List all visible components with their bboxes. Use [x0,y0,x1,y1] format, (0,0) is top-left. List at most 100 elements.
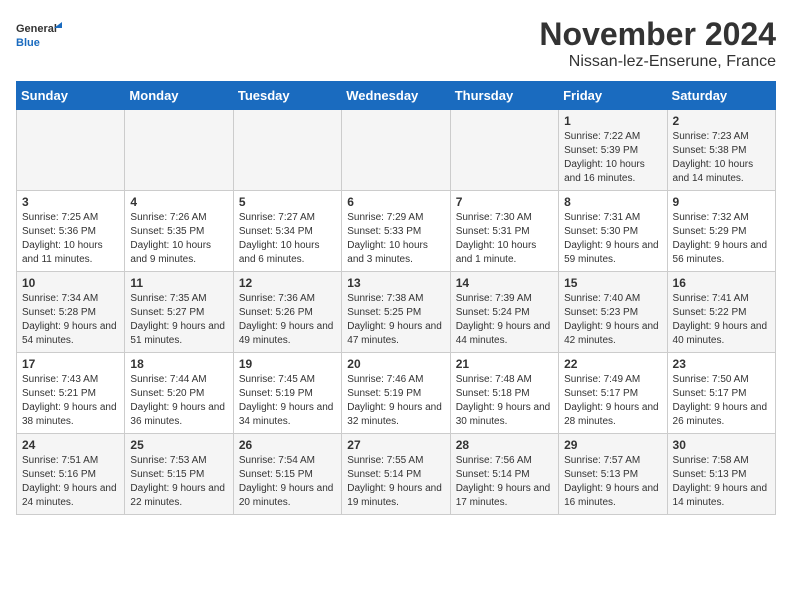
day-info: Sunrise: 7:26 AM Sunset: 5:35 PM Dayligh… [130,211,227,267]
day-number: 18 [130,357,227,371]
calendar-cell: 24Sunrise: 7:51 AM Sunset: 5:16 PM Dayli… [17,434,125,515]
calendar-cell: 6 Sunrise: 7:29 AM Sunset: 5:33 PM Daylig… [342,191,450,272]
day-number: 20 [347,357,444,371]
calendar-cell [17,110,125,191]
weekday-header: Sunday [17,82,125,110]
calendar-cell: 28Sunrise: 7:56 AM Sunset: 5:14 PM Dayli… [450,434,558,515]
day-info: Sunrise: 7:56 AM Sunset: 5:14 PM Dayligh… [456,454,553,510]
day-info: Sunrise: 7:31 AM Sunset: 5:30 PM Dayligh… [564,211,661,267]
calendar-cell: 22Sunrise: 7:49 AM Sunset: 5:17 PM Dayli… [559,353,667,434]
day-info: Sunrise: 7:32 AM Sunset: 5:29 PM Dayligh… [673,211,770,267]
day-info: Sunrise: 7:46 AM Sunset: 5:19 PM Dayligh… [347,373,444,429]
calendar-cell: 9 Sunrise: 7:32 AM Sunset: 5:29 PM Daylig… [667,191,775,272]
calendar-cell: 29Sunrise: 7:57 AM Sunset: 5:13 PM Dayli… [559,434,667,515]
day-number: 1 [564,114,661,128]
day-info: Sunrise: 7:41 AM Sunset: 5:22 PM Dayligh… [673,292,770,348]
calendar-cell: 17Sunrise: 7:43 AM Sunset: 5:21 PM Dayli… [17,353,125,434]
calendar-cell: 7 Sunrise: 7:30 AM Sunset: 5:31 PM Daylig… [450,191,558,272]
calendar-cell: 3 Sunrise: 7:25 AM Sunset: 5:36 PM Daylig… [17,191,125,272]
calendar-cell: 13 Sunrise: 7:38 AM Sunset: 5:25 PM Dayli… [342,272,450,353]
day-number: 14 [456,276,553,290]
day-number: 25 [130,438,227,452]
day-info: Sunrise: 7:29 AM Sunset: 5:33 PM Dayligh… [347,211,444,267]
day-info: Sunrise: 7:27 AM Sunset: 5:34 PM Dayligh… [239,211,336,267]
calendar-cell [342,110,450,191]
calendar-cell: 18Sunrise: 7:44 AM Sunset: 5:20 PM Dayli… [125,353,233,434]
day-info: Sunrise: 7:34 AM Sunset: 5:28 PM Dayligh… [22,292,119,348]
day-number: 26 [239,438,336,452]
calendar-cell: 15Sunrise: 7:40 AM Sunset: 5:23 PM Dayli… [559,272,667,353]
calendar-cell [450,110,558,191]
calendar-cell: 30 Sunrise: 7:58 AM Sunset: 5:13 PM Dayli… [667,434,775,515]
day-info: Sunrise: 7:54 AM Sunset: 5:15 PM Dayligh… [239,454,336,510]
calendar-cell: 19Sunrise: 7:45 AM Sunset: 5:19 PM Dayli… [233,353,341,434]
day-number: 21 [456,357,553,371]
calendar-cell: 14 Sunrise: 7:39 AM Sunset: 5:24 PM Dayli… [450,272,558,353]
day-number: 3 [22,195,119,209]
calendar-cell: 12 Sunrise: 7:36 AM Sunset: 5:26 PM Dayli… [233,272,341,353]
title-area: November 2024 Nissan-lez-Enserune, Franc… [539,16,776,71]
day-number: 24 [22,438,119,452]
calendar-cell: 25Sunrise: 7:53 AM Sunset: 5:15 PM Dayli… [125,434,233,515]
day-number: 7 [456,195,553,209]
day-number: 30 [673,438,770,452]
calendar-week-row: 10 Sunrise: 7:34 AM Sunset: 5:28 PM Dayli… [17,272,776,353]
calendar-cell: 10 Sunrise: 7:34 AM Sunset: 5:28 PM Dayli… [17,272,125,353]
day-info: Sunrise: 7:50 AM Sunset: 5:17 PM Dayligh… [673,373,770,429]
day-number: 22 [564,357,661,371]
calendar-cell: 4Sunrise: 7:26 AM Sunset: 5:35 PM Daylig… [125,191,233,272]
calendar-week-row: 1 Sunrise: 7:22 AM Sunset: 5:39 PM Daylig… [17,110,776,191]
day-number: 27 [347,438,444,452]
month-title: November 2024 [539,16,776,53]
calendar-cell: 21 Sunrise: 7:48 AM Sunset: 5:18 PM Dayli… [450,353,558,434]
weekday-header: Thursday [450,82,558,110]
day-number: 12 [239,276,336,290]
calendar-cell: 5 Sunrise: 7:27 AM Sunset: 5:34 PM Daylig… [233,191,341,272]
weekday-header: Wednesday [342,82,450,110]
day-info: Sunrise: 7:30 AM Sunset: 5:31 PM Dayligh… [456,211,553,267]
day-info: Sunrise: 7:39 AM Sunset: 5:24 PM Dayligh… [456,292,553,348]
day-number: 5 [239,195,336,209]
weekday-header: Tuesday [233,82,341,110]
day-number: 9 [673,195,770,209]
day-number: 16 [673,276,770,290]
day-info: Sunrise: 7:55 AM Sunset: 5:14 PM Dayligh… [347,454,444,510]
day-info: Sunrise: 7:22 AM Sunset: 5:39 PM Dayligh… [564,130,661,186]
day-info: Sunrise: 7:45 AM Sunset: 5:19 PM Dayligh… [239,373,336,429]
calendar-cell: 23 Sunrise: 7:50 AM Sunset: 5:17 PM Dayli… [667,353,775,434]
calendar-cell: 20 Sunrise: 7:46 AM Sunset: 5:19 PM Dayli… [342,353,450,434]
weekday-header-row: SundayMondayTuesdayWednesdayThursdayFrid… [17,82,776,110]
calendar-cell: 27 Sunrise: 7:55 AM Sunset: 5:14 PM Dayli… [342,434,450,515]
logo: General Blue [16,16,66,56]
calendar-cell: 2Sunrise: 7:23 AM Sunset: 5:38 PM Daylig… [667,110,775,191]
calendar-cell: 16 Sunrise: 7:41 AM Sunset: 5:22 PM Dayli… [667,272,775,353]
day-info: Sunrise: 7:48 AM Sunset: 5:18 PM Dayligh… [456,373,553,429]
calendar-cell [125,110,233,191]
day-number: 8 [564,195,661,209]
day-number: 17 [22,357,119,371]
day-number: 13 [347,276,444,290]
day-info: Sunrise: 7:58 AM Sunset: 5:13 PM Dayligh… [673,454,770,510]
svg-text:General: General [16,23,57,35]
calendar-cell: 1 Sunrise: 7:22 AM Sunset: 5:39 PM Daylig… [559,110,667,191]
svg-text:Blue: Blue [16,37,40,49]
day-number: 11 [130,276,227,290]
day-info: Sunrise: 7:36 AM Sunset: 5:26 PM Dayligh… [239,292,336,348]
day-number: 6 [347,195,444,209]
day-info: Sunrise: 7:23 AM Sunset: 5:38 PM Dayligh… [673,130,770,186]
day-info: Sunrise: 7:25 AM Sunset: 5:36 PM Dayligh… [22,211,119,267]
day-info: Sunrise: 7:35 AM Sunset: 5:27 PM Dayligh… [130,292,227,348]
calendar-cell: 11 Sunrise: 7:35 AM Sunset: 5:27 PM Dayli… [125,272,233,353]
day-info: Sunrise: 7:38 AM Sunset: 5:25 PM Dayligh… [347,292,444,348]
day-number: 10 [22,276,119,290]
calendar-week-row: 24Sunrise: 7:51 AM Sunset: 5:16 PM Dayli… [17,434,776,515]
calendar-week-row: 17Sunrise: 7:43 AM Sunset: 5:21 PM Dayli… [17,353,776,434]
day-info: Sunrise: 7:40 AM Sunset: 5:23 PM Dayligh… [564,292,661,348]
location-title: Nissan-lez-Enserune, France [539,53,776,71]
weekday-header: Saturday [667,82,775,110]
calendar-week-row: 3 Sunrise: 7:25 AM Sunset: 5:36 PM Daylig… [17,191,776,272]
calendar-cell [233,110,341,191]
day-info: Sunrise: 7:57 AM Sunset: 5:13 PM Dayligh… [564,454,661,510]
day-number: 23 [673,357,770,371]
calendar-table: SundayMondayTuesdayWednesdayThursdayFrid… [16,81,776,515]
